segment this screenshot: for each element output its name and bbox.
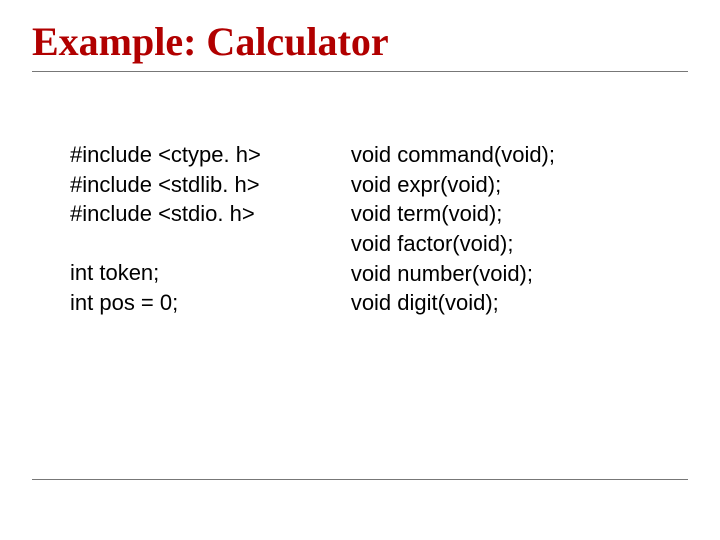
left-column: #include <ctype. h> #include <stdlib. h>… (70, 140, 261, 318)
code-line: int pos = 0; (70, 288, 261, 318)
code-line: void command(void); (351, 140, 555, 170)
code-line: #include <stdio. h> (70, 199, 261, 229)
title-underline (32, 71, 688, 72)
code-line: void number(void); (351, 259, 555, 289)
blank-line (70, 229, 261, 258)
code-line: void factor(void); (351, 229, 555, 259)
code-line: #include <stdlib. h> (70, 170, 261, 200)
code-line: void digit(void); (351, 288, 555, 318)
code-line: void expr(void); (351, 170, 555, 200)
bottom-rule (32, 479, 688, 480)
code-line: void term(void); (351, 199, 555, 229)
code-line: int token; (70, 258, 261, 288)
slide: Example: Calculator #include <ctype. h> … (0, 0, 720, 540)
code-line: #include <ctype. h> (70, 140, 261, 170)
right-column: void command(void); void expr(void); voi… (351, 140, 555, 318)
title-area: Example: Calculator (32, 18, 688, 72)
content-area: #include <ctype. h> #include <stdlib. h>… (70, 140, 680, 318)
slide-title: Example: Calculator (32, 18, 688, 73)
